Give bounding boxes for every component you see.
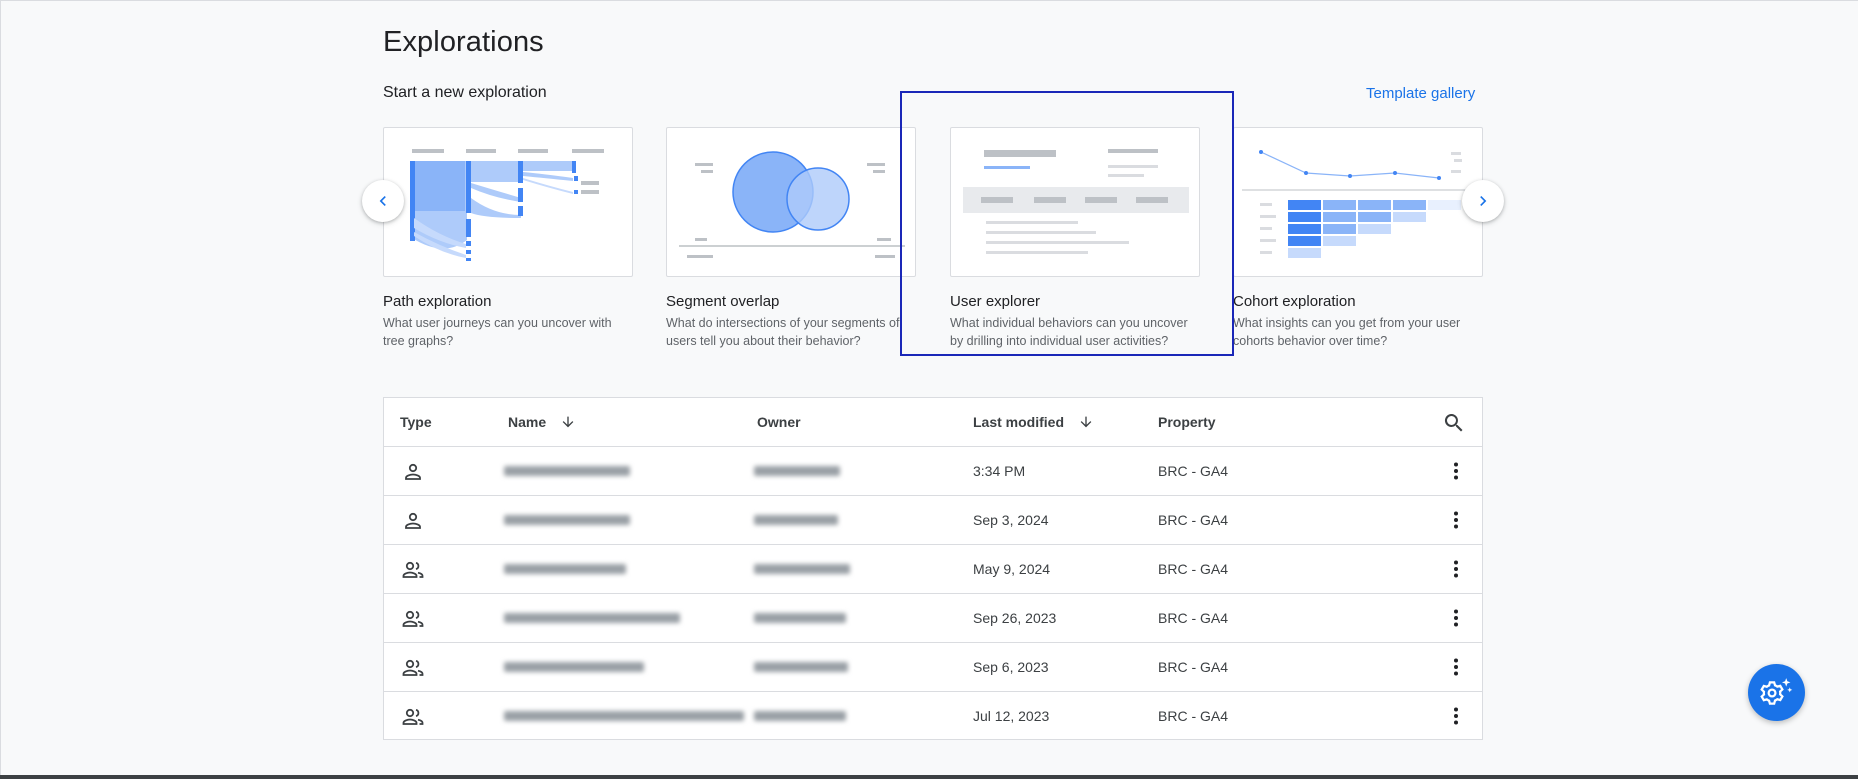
more-vert-icon[interactable]	[1444, 704, 1468, 728]
table-row[interactable]: May 9, 2024 BRC - GA4	[384, 545, 1482, 594]
exploration-name-redacted[interactable]	[504, 559, 626, 579]
card-path-exploration[interactable]	[383, 127, 633, 277]
header-name[interactable]: Name	[508, 414, 576, 430]
property-cell: BRC - GA4	[1158, 610, 1229, 626]
table-row[interactable]: Sep 3, 2024 BRC - GA4	[384, 496, 1482, 545]
exploration-name-redacted[interactable]	[504, 706, 744, 726]
cohort-exploration-illustration	[1242, 150, 1476, 258]
owner-redacted	[754, 706, 846, 726]
more-vert-icon[interactable]	[1444, 459, 1468, 483]
template-gallery-link[interactable]: Template gallery	[1366, 85, 1475, 102]
property-cell: BRC - GA4	[1158, 463, 1229, 479]
last-modified-cell: Sep 6, 2023	[973, 659, 1049, 675]
property-cell: BRC - GA4	[1158, 708, 1229, 724]
taskbar-edge	[0, 775, 1858, 779]
card-user-explorer[interactable]	[950, 127, 1200, 277]
header-property[interactable]: Property	[1158, 414, 1216, 430]
more-vert-icon[interactable]	[1444, 508, 1468, 532]
chevron-right-icon	[1480, 196, 1487, 206]
group-icon	[401, 558, 425, 582]
header-type: Type	[400, 414, 432, 430]
card-title-cohort-exploration: Cohort exploration	[1233, 293, 1356, 310]
person-icon	[401, 509, 425, 533]
segment-overlap-illustration	[679, 151, 905, 258]
person-icon	[401, 460, 425, 484]
property-cell: BRC - GA4	[1158, 561, 1229, 577]
last-modified-cell: 3:34 PM	[973, 463, 1026, 479]
table-row[interactable]: Sep 26, 2023 BRC - GA4	[384, 594, 1482, 643]
last-modified-cell: Jul 12, 2023	[973, 708, 1050, 724]
property-cell: BRC - GA4	[1158, 659, 1229, 675]
exploration-name-redacted[interactable]	[504, 461, 630, 481]
carousel-prev-button[interactable]	[362, 180, 404, 222]
owner-redacted	[754, 657, 848, 677]
user-explorer-illustration	[963, 149, 1189, 254]
exploration-name-redacted[interactable]	[504, 510, 630, 530]
group-icon	[401, 705, 425, 729]
sort-arrow-down-icon	[560, 414, 576, 430]
header-owner[interactable]: Owner	[757, 414, 801, 430]
exploration-name-redacted[interactable]	[504, 657, 644, 677]
last-modified-cell: May 9, 2024	[973, 561, 1051, 577]
table-header: Type Name Owner Last modified Property	[384, 398, 1482, 447]
page-title: Explorations	[383, 26, 544, 58]
group-icon	[401, 607, 425, 631]
card-desc-path-exploration: What user journeys can you uncover with …	[383, 316, 612, 348]
owner-redacted	[754, 559, 850, 579]
header-last-modified[interactable]: Last modified	[973, 414, 1094, 430]
group-icon	[401, 656, 425, 680]
table-row[interactable]: Sep 6, 2023 BRC - GA4	[384, 643, 1482, 692]
card-desc-user-explorer: What individual behaviors can you uncove…	[950, 316, 1188, 348]
ai-insights-fab[interactable]	[1748, 664, 1805, 721]
more-vert-icon[interactable]	[1444, 655, 1468, 679]
card-cohort-exploration[interactable]	[1233, 127, 1483, 277]
owner-redacted	[754, 608, 846, 628]
table-row[interactable]: Jul 12, 2023 BRC - GA4	[384, 692, 1482, 741]
more-vert-icon[interactable]	[1444, 557, 1468, 581]
explorations-table: Type Name Owner Last modified Property 3…	[383, 397, 1483, 740]
chevron-left-icon	[379, 196, 386, 206]
card-segment-overlap[interactable]	[666, 127, 916, 277]
card-desc-segment-overlap: What do intersections of your segments o…	[666, 316, 900, 348]
exploration-name-redacted[interactable]	[504, 608, 680, 628]
path-exploration-illustration	[410, 149, 604, 261]
card-title-segment-overlap: Segment overlap	[666, 293, 780, 310]
search-icon[interactable]	[1442, 411, 1466, 435]
owner-redacted	[754, 461, 840, 481]
carousel-next-button[interactable]	[1462, 180, 1504, 222]
card-desc-cohort-exploration: What insights can you get from your user…	[1233, 316, 1461, 348]
last-modified-cell: Sep 3, 2024	[973, 512, 1049, 528]
property-cell: BRC - GA4	[1158, 512, 1229, 528]
settings-sparkle-icon	[1759, 677, 1792, 705]
table-row[interactable]: 3:34 PM BRC - GA4	[384, 447, 1482, 496]
owner-redacted	[754, 510, 838, 530]
card-title-path-exploration: Path exploration	[383, 293, 492, 310]
last-modified-cell: Sep 26, 2023	[973, 610, 1057, 626]
more-vert-icon[interactable]	[1444, 606, 1468, 630]
section-subtitle: Start a new exploration	[383, 84, 547, 101]
card-title-user-explorer: User explorer	[950, 293, 1041, 310]
sort-arrow-down-icon	[1078, 414, 1094, 430]
